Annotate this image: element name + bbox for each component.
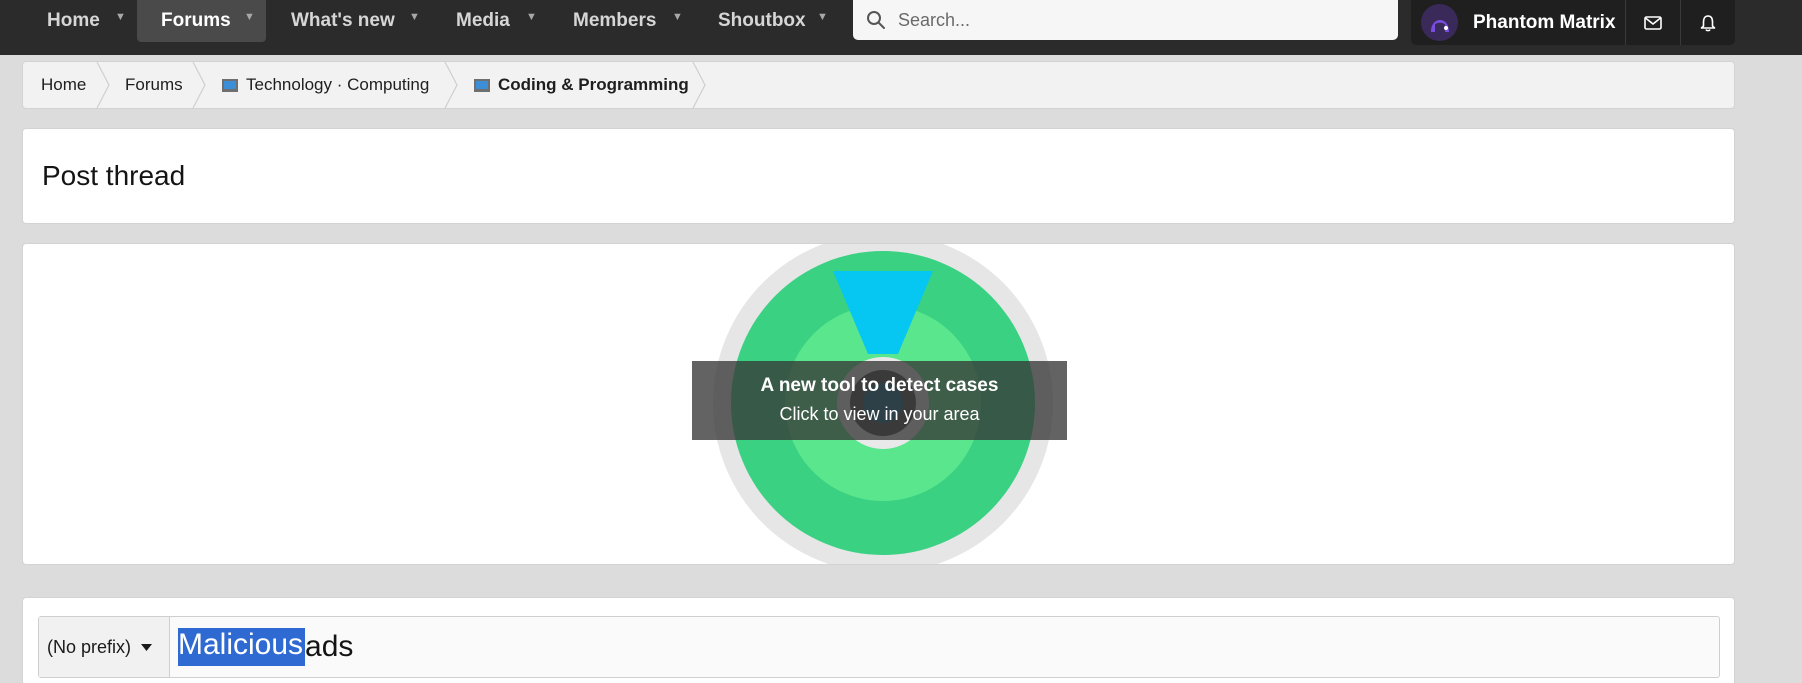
top-navigation-bar: Home ▼ Forums ▼ What's new ▼ Media ▼ Mem… [0,0,1802,55]
user-bar: Phantom Matrix [1411,0,1735,45]
caret-down-icon [141,643,153,651]
chevron-down-icon[interactable]: ▼ [817,11,828,23]
title-text: ads [305,630,354,663]
nav-tab-home[interactable]: Home ▼ [23,0,138,42]
ad-subline: Click to view in your area [779,404,980,424]
prefix-select[interactable]: (No prefix) [39,617,170,677]
computer-icon [222,78,238,92]
chevron-down-icon[interactable]: ▼ [244,11,255,23]
alerts-button[interactable] [1680,0,1735,45]
ad-banner[interactable]: A new tool to detect cases Click to view… [692,361,1067,440]
search-input[interactable] [898,9,1378,31]
envelope-icon [1644,15,1663,30]
breadcrumb-label: Technology · Computing [246,75,430,94]
title-input-row: (No prefix) Malicious ads [38,616,1720,678]
breadcrumb-label: Home [41,75,87,94]
avatar[interactable] [1421,4,1458,41]
prefix-value: (No prefix) [47,636,132,657]
post-thread-form: (No prefix) Malicious ads [22,597,1735,683]
advertisement[interactable]: A new tool to detect cases Click to view… [22,243,1735,565]
nav-tab-label: Shoutbox [718,10,806,31]
search-icon[interactable] [866,10,886,30]
breadcrumb-forums[interactable]: Forums [125,62,183,108]
nav-tab-media[interactable]: Media ▼ [432,0,551,42]
breadcrumb-home[interactable]: Home [41,62,86,108]
search-box[interactable] [853,0,1398,40]
chevron-down-icon[interactable]: ▼ [409,11,420,23]
chevron-down-icon[interactable]: ▼ [115,11,126,23]
nav-tab-label: Members [573,10,657,31]
breadcrumb-separator [444,62,458,108]
nav-tab-label: What's new [291,10,395,31]
breadcrumb-separator [96,62,110,108]
breadcrumb-coding-programming[interactable]: Coding & Programming [474,62,689,108]
selected-text: Malicious [178,628,306,666]
nav-tab-label: Media [456,10,510,31]
nav-tab-members[interactable]: Members ▼ [551,0,694,42]
breadcrumb: Home Forums Technology · Computing Codin… [22,61,1735,109]
nav-tab-shoutbox[interactable]: Shoutbox ▼ [694,0,838,42]
thread-title-input[interactable]: Malicious ads [170,617,353,677]
user-menu[interactable]: Phantom Matrix [1411,0,1625,45]
nav-tab-label: Forums [161,10,231,31]
page-title: Post thread [42,160,186,191]
breadcrumb-separator [692,62,706,108]
messages-button[interactable] [1625,0,1680,45]
username: Phantom Matrix [1473,11,1616,33]
chevron-down-icon[interactable]: ▼ [672,11,683,23]
page-header: Post thread [22,128,1735,224]
nav-tab-forums[interactable]: Forums ▼ [137,0,266,42]
breadcrumb-technology-computing[interactable]: Technology · Computing [222,62,429,108]
bell-icon [1700,14,1716,31]
computer-icon [474,78,490,92]
breadcrumb-label: Coding & Programming [498,75,689,94]
nav-tab-label: Home [47,10,100,31]
phantom-avatar-icon [1430,19,1449,32]
breadcrumb-separator [192,62,206,108]
chevron-down-icon[interactable]: ▼ [526,11,537,23]
ad-headline: A new tool to detect cases [760,375,999,396]
breadcrumb-label: Forums [125,75,183,94]
nav-tab-whats-new[interactable]: What's new ▼ [267,0,432,42]
